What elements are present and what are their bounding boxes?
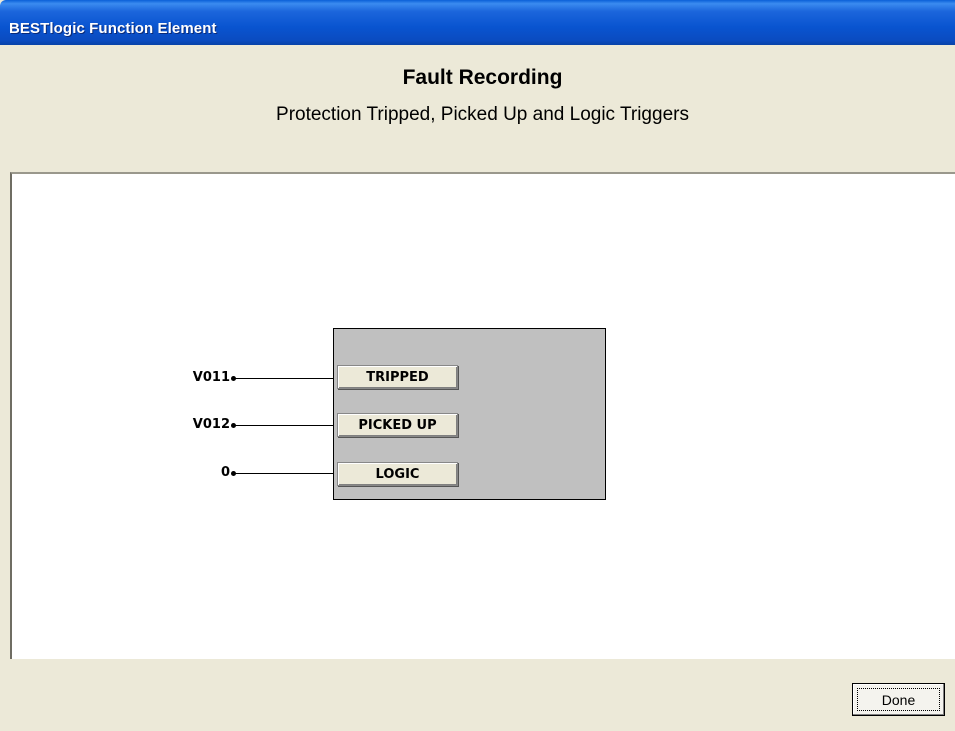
logic-input-button[interactable]: LOGIC [337, 462, 458, 486]
input-signal-label: V011 [192, 370, 230, 385]
tripped-input-button[interactable]: TRIPPED [337, 365, 458, 389]
picked-up-input-button[interactable]: PICKED UP [337, 413, 458, 437]
dialog-footer: Done [10, 659, 955, 731]
done-button[interactable]: Done [852, 683, 945, 716]
input-wire [235, 425, 333, 426]
dialog-header: Fault Recording Protection Tripped, Pick… [10, 45, 955, 172]
window-left-frame [0, 45, 10, 731]
window-title: BESTlogic Function Element [9, 20, 217, 37]
page-subtitle: Protection Tripped, Picked Up and Logic … [276, 104, 689, 125]
window-titlebar[interactable]: BESTlogic Function Element [0, 0, 955, 45]
input-wire [235, 378, 333, 379]
input-signal-label: V012 [192, 417, 230, 432]
input-wire [235, 473, 333, 474]
page-title: Fault Recording [402, 66, 563, 89]
input-signal-label: 0 [220, 465, 230, 480]
focus-rectangle [857, 688, 940, 711]
function-block: TRIPPED PICKED UP LOGIC [333, 328, 606, 500]
